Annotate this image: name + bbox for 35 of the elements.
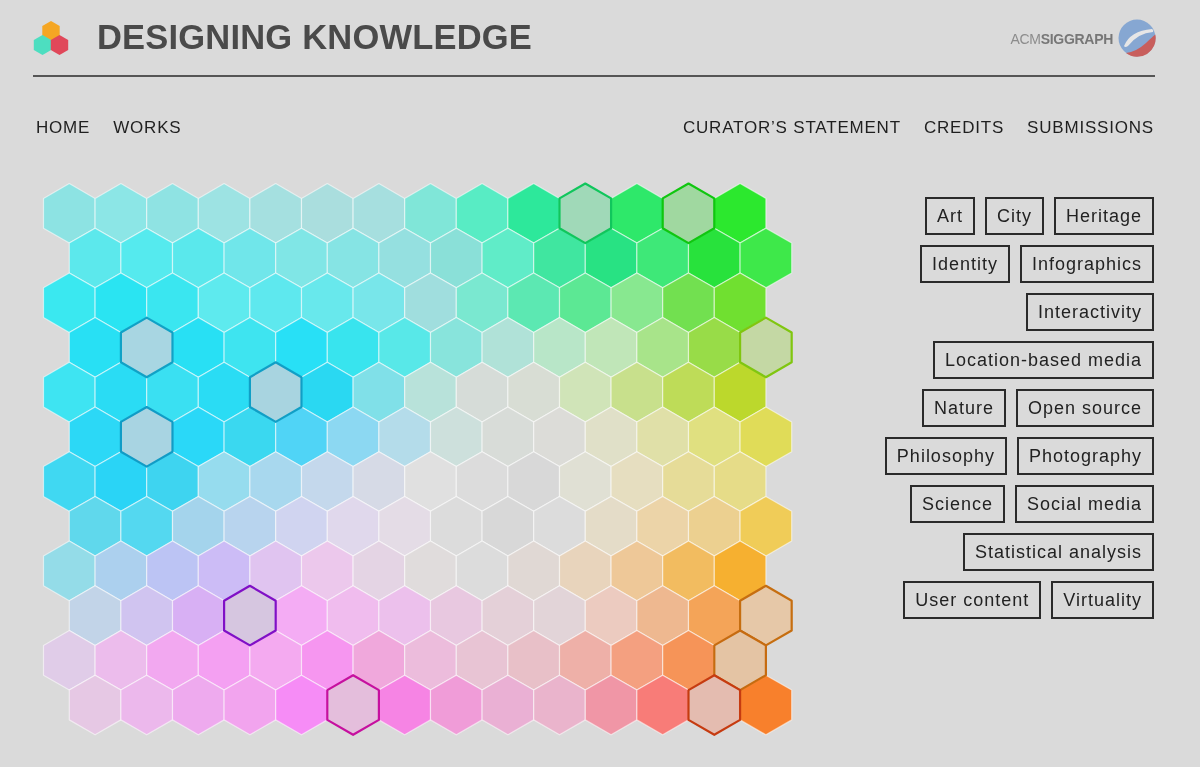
- nav-link[interactable]: SUBMISSIONS: [1027, 118, 1154, 138]
- nav-link[interactable]: CURATOR’S STATEMENT: [682, 118, 901, 138]
- tag-button[interactable]: Heritage: [1053, 197, 1154, 235]
- nav-link[interactable]: WORKS: [113, 118, 182, 138]
- tag-button[interactable]: Science: [909, 485, 1005, 523]
- hex-cell[interactable]: [557, 181, 612, 244]
- site-title: DESIGNING KNOWLEDGE: [97, 18, 533, 57]
- hex-cell[interactable]: [738, 584, 793, 646]
- tag-button[interactable]: Infographics: [1019, 245, 1154, 283]
- tag-button[interactable]: Interactivity: [1025, 293, 1154, 331]
- tag-button[interactable]: Photography: [1016, 437, 1154, 475]
- tag-button[interactable]: Virtuality: [1051, 581, 1154, 619]
- nav-link[interactable]: HOME: [36, 118, 91, 138]
- hex-cell[interactable]: [222, 584, 277, 646]
- tag-button[interactable]: Art: [924, 197, 975, 235]
- hex-cell[interactable]: [686, 673, 741, 736]
- tag-button[interactable]: Statistical analysis: [962, 533, 1154, 571]
- logo-icon[interactable]: [33, 20, 69, 55]
- nav-link[interactable]: CREDITS: [923, 118, 1005, 138]
- tag-button[interactable]: Location-based media: [932, 341, 1154, 379]
- hex-cell[interactable]: [738, 316, 793, 378]
- tag-button[interactable]: Nature: [921, 389, 1006, 427]
- tag-button[interactable]: Philosophy: [884, 437, 1007, 475]
- hex-cell[interactable]: [248, 360, 303, 423]
- hex-cell[interactable]: [119, 316, 174, 378]
- hex-cell[interactable]: [325, 673, 380, 736]
- hex-cell[interactable]: [661, 181, 715, 244]
- tag-button[interactable]: Open source: [1015, 389, 1154, 427]
- tag-button[interactable]: City: [984, 197, 1044, 235]
- tag-button[interactable]: User content: [903, 581, 1042, 619]
- hex-cell[interactable]: [119, 405, 174, 468]
- tag-button[interactable]: Social media: [1014, 485, 1154, 523]
- hex-cell[interactable]: [712, 628, 767, 691]
- partner-logo-icon[interactable]: [1118, 18, 1156, 57]
- tag-button[interactable]: Identity: [919, 245, 1010, 283]
